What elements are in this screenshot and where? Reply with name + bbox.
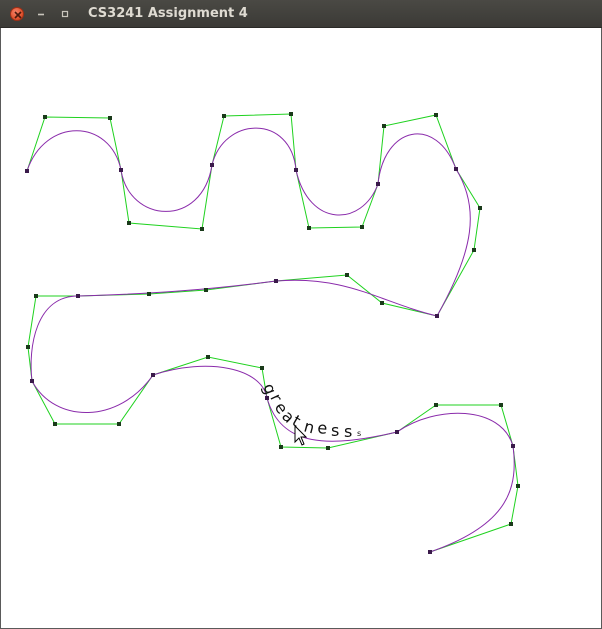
control-point[interactable] xyxy=(382,124,386,128)
control-polygon xyxy=(396,404,514,447)
anchor-point[interactable] xyxy=(25,169,29,173)
close-button[interactable] xyxy=(10,7,24,21)
control-point[interactable] xyxy=(478,206,482,210)
control-point[interactable] xyxy=(345,273,349,277)
control-polygon xyxy=(31,374,154,425)
anchor-point[interactable] xyxy=(376,182,380,186)
bezier-curve xyxy=(152,365,268,399)
anchor-point[interactable] xyxy=(30,379,34,383)
maximize-icon xyxy=(61,10,69,18)
app-window: CS3241 Assignment 4 greatnesss xyxy=(0,0,602,629)
close-icon xyxy=(14,11,22,19)
control-polygon xyxy=(27,295,78,382)
bezier-curve xyxy=(31,374,154,413)
bezier-curve xyxy=(295,169,379,216)
anchor-point[interactable] xyxy=(274,279,278,283)
control-polygons xyxy=(26,113,519,553)
bezier-curve xyxy=(77,280,277,297)
control-point[interactable] xyxy=(127,221,131,225)
handwritten-glyph: n xyxy=(302,417,317,438)
anchor-point[interactable] xyxy=(428,550,432,554)
control-point[interactable] xyxy=(108,116,112,120)
handwritten-glyph: e xyxy=(317,418,328,438)
control-polygon xyxy=(152,356,268,399)
anchor-point[interactable] xyxy=(76,294,80,298)
control-point[interactable] xyxy=(43,115,47,119)
minimize-button[interactable] xyxy=(34,7,48,21)
control-point[interactable] xyxy=(516,484,520,488)
control-point[interactable] xyxy=(53,422,57,426)
bezier-curve xyxy=(429,445,515,553)
anchor-point[interactable] xyxy=(454,167,458,171)
control-point[interactable] xyxy=(360,225,364,229)
anchor-point[interactable] xyxy=(294,168,298,172)
bezier-curve xyxy=(377,133,457,185)
control-point[interactable] xyxy=(279,445,283,449)
control-point[interactable] xyxy=(434,403,438,407)
control-point[interactable] xyxy=(499,403,503,407)
handwritten-glyph: s xyxy=(331,421,339,440)
control-polygon xyxy=(26,116,122,172)
maximize-button[interactable] xyxy=(58,7,72,21)
control-polygon xyxy=(275,274,438,317)
title-bar[interactable]: CS3241 Assignment 4 xyxy=(0,0,602,28)
anchor-point[interactable] xyxy=(119,168,123,172)
handwritten-glyph: s xyxy=(344,422,352,441)
bezier-curve xyxy=(211,127,297,171)
bezier-curves xyxy=(26,127,515,553)
bezier-canvas[interactable]: greatn e s s s xyxy=(1,28,601,628)
control-polygon xyxy=(77,280,277,297)
control-point[interactable] xyxy=(509,522,513,526)
anchor-point[interactable] xyxy=(151,373,155,377)
bezier-curve xyxy=(396,412,514,447)
handwritten-glyph: s xyxy=(357,429,361,438)
handwritten-text: greatn e s s s xyxy=(259,381,361,441)
control-point[interactable] xyxy=(289,112,293,116)
control-point[interactable] xyxy=(307,226,311,230)
control-point[interactable] xyxy=(117,422,121,426)
control-polygon xyxy=(436,168,481,317)
bezier-curve xyxy=(120,164,213,212)
control-point[interactable] xyxy=(380,301,384,305)
drawing-canvas[interactable]: greatnesss xyxy=(0,28,602,629)
anchor-point[interactable] xyxy=(435,314,439,318)
bezier-curve xyxy=(436,168,471,317)
anchor-point[interactable] xyxy=(210,163,214,167)
control-point[interactable] xyxy=(222,114,226,118)
control-point[interactable] xyxy=(26,345,30,349)
control-point[interactable] xyxy=(472,248,476,252)
control-point[interactable] xyxy=(206,355,210,359)
anchor-point[interactable] xyxy=(511,444,515,448)
control-point[interactable] xyxy=(34,294,38,298)
minimize-icon xyxy=(38,13,44,16)
control-point[interactable] xyxy=(147,292,151,296)
bezier-curve xyxy=(26,130,122,172)
control-point[interactable] xyxy=(204,288,208,292)
bezier-curve xyxy=(30,295,79,382)
control-point[interactable] xyxy=(200,227,204,231)
control-polygon xyxy=(429,445,519,553)
control-point[interactable] xyxy=(260,366,264,370)
control-point[interactable] xyxy=(326,446,330,450)
control-points[interactable] xyxy=(25,112,520,554)
control-point[interactable] xyxy=(434,113,438,117)
anchor-point[interactable] xyxy=(395,430,399,434)
window-title: CS3241 Assignment 4 xyxy=(88,6,248,21)
